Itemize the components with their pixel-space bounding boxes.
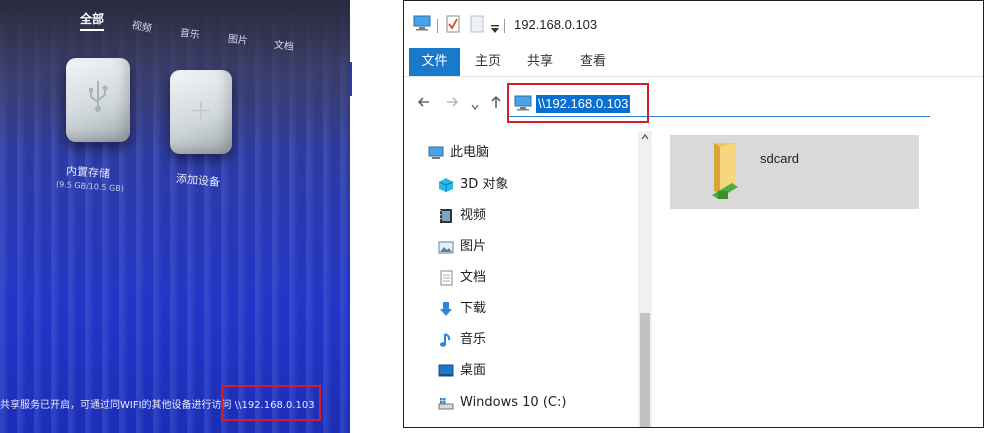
nav-item-documents[interactable]: 文档 — [438, 267, 486, 289]
download-icon — [438, 301, 454, 317]
scrollbar-thumb[interactable] — [640, 313, 650, 427]
ribbon-tabs: 文件 主页 共享 查看 — [404, 48, 983, 77]
page-gap — [350, 0, 403, 433]
tab-home[interactable]: 主页 — [470, 48, 506, 76]
scroll-up-arrow-icon[interactable] — [641, 133, 649, 143]
computer-icon — [428, 145, 444, 161]
tv-tab-all[interactable]: 全部 — [80, 10, 105, 31]
title-bar: 192.168.0.103 — [404, 1, 983, 43]
desktop-icon — [438, 363, 454, 379]
nav-item-downloads[interactable]: 下载 — [438, 298, 486, 320]
address-row: \\192.168.0.103 — [404, 83, 983, 123]
forward-arrow-icon[interactable] — [445, 95, 459, 113]
navigation-pane: 此电脑 3D 对象 视频 图片 文档 下载 音乐 桌面 Windows 10 (… — [404, 131, 650, 427]
pictures-icon — [438, 239, 454, 255]
tv-tab-pictures[interactable]: 图片 — [227, 30, 248, 47]
back-arrow-icon[interactable] — [417, 95, 431, 113]
nav-item-desktop[interactable]: 桌面 — [438, 360, 486, 382]
folder-item-sdcard[interactable]: sdcard — [670, 135, 919, 209]
folder-name: sdcard — [760, 151, 800, 166]
toolbar-separator — [437, 19, 438, 33]
window-title: 192.168.0.103 — [514, 17, 598, 32]
nav-item-3d-objects[interactable]: 3D 对象 — [438, 174, 508, 196]
plus-icon — [170, 95, 232, 130]
tab-share[interactable]: 共享 — [522, 48, 558, 76]
tab-view[interactable]: 查看 — [575, 48, 611, 76]
internal-storage-label: 内置存储 — [65, 164, 111, 181]
navigation-scrollbar[interactable] — [638, 131, 652, 427]
internal-storage-capacity: (9.5 GB/10.5 GB) — [55, 179, 125, 194]
content-pane: sdcard — [653, 131, 983, 427]
tv-tab-bar: 全部 视频 音乐 图片 文档 — [80, 8, 350, 53]
nav-item-videos[interactable]: 视频 — [438, 205, 486, 227]
3d-objects-icon — [438, 177, 454, 193]
network-folder-icon — [710, 141, 744, 205]
drive-icon — [438, 395, 454, 411]
internal-storage-tile[interactable] — [66, 58, 130, 142]
tv-edge-mark — [350, 62, 352, 96]
nav-item-pictures[interactable]: 图片 — [438, 236, 486, 258]
tab-file[interactable]: 文件 — [409, 48, 460, 76]
add-device-label: 添加设备 — [175, 172, 221, 189]
nav-item-drive-c[interactable]: Windows 10 (C:) — [438, 392, 566, 414]
nav-item-this-pc[interactable]: 此电脑 — [428, 142, 489, 164]
quick-access-dropdown-icon[interactable] — [490, 19, 500, 38]
tv-screen-photo: 全部 视频 音乐 图片 文档 内置存储 (9.5 GB/10.5 GB) 添加设… — [0, 0, 350, 433]
address-highlight-box — [507, 83, 649, 123]
file-explorer-window: 192.168.0.103 文件 主页 共享 查看 \\192.168.0.10… — [403, 0, 984, 428]
ip-highlight-box — [221, 385, 321, 421]
music-icon — [438, 332, 454, 348]
nav-item-music[interactable]: 音乐 — [438, 329, 486, 351]
tv-tab-music[interactable]: 音乐 — [179, 24, 201, 42]
add-device-tile[interactable] — [170, 70, 232, 154]
tv-tab-video[interactable]: 视频 — [131, 16, 154, 35]
video-icon — [438, 208, 454, 224]
computer-icon[interactable] — [413, 15, 431, 35]
tv-tab-documents[interactable]: 文档 — [273, 36, 294, 53]
new-folder-icon[interactable] — [470, 15, 484, 37]
documents-icon — [438, 270, 454, 286]
usb-icon — [66, 79, 130, 121]
recent-locations-chevron-icon[interactable] — [471, 97, 479, 115]
up-arrow-icon[interactable] — [490, 95, 502, 113]
toolbar-separator — [504, 19, 505, 33]
properties-icon[interactable] — [446, 15, 460, 37]
